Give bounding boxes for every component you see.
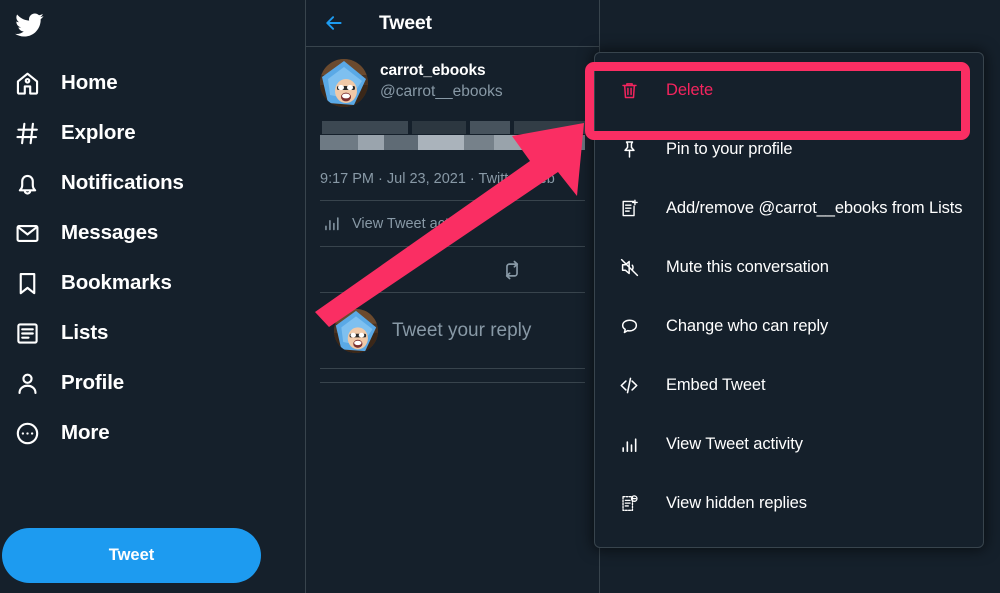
menu-item-label: Pin to your profile — [666, 140, 793, 158]
menu-item-delete[interactable]: Delete — [595, 61, 983, 120]
compose-tweet-button[interactable]: Tweet — [2, 528, 261, 583]
menu-item-embed-tweet[interactable]: Embed Tweet — [595, 356, 983, 415]
speech-bubble-icon — [618, 316, 640, 338]
sidebar-item-bookmarks[interactable]: Bookmarks — [0, 258, 297, 308]
column-header: Tweet — [306, 0, 599, 47]
menu-item-label: View hidden replies — [666, 494, 807, 512]
view-tweet-activity-link[interactable]: View Tweet activity — [320, 201, 585, 247]
sidebar-item-label: Lists — [61, 321, 109, 344]
list-add-icon — [618, 198, 640, 220]
avatar — [334, 308, 378, 353]
tweet-author-row: carrot_ebooks @carrot__ebooks — [320, 59, 585, 107]
tweet-timestamp: 9:17 PM · Jul 23, 2021 · Twitter Web — [320, 171, 585, 201]
primary-sidebar: Home Explore Notifications Messages Book… — [0, 0, 305, 593]
sidebar-item-label: Explore — [61, 121, 136, 144]
menu-item-label: Add/remove @carrot__ebooks from Lists — [666, 199, 963, 217]
reply-composer[interactable]: Tweet your reply — [320, 293, 585, 369]
author-names: carrot_ebooks @carrot__ebooks — [380, 59, 503, 102]
menu-item-mute-conversation[interactable]: Mute this conversation — [595, 238, 983, 297]
retweet-button[interactable] — [453, 259, 572, 281]
sidebar-item-more[interactable]: More — [0, 408, 297, 458]
sidebar-item-label: More — [61, 421, 110, 444]
list-icon — [12, 318, 42, 348]
avatar[interactable] — [320, 59, 368, 107]
bell-icon — [12, 168, 42, 198]
menu-item-label: Change who can reply — [666, 317, 829, 335]
sidebar-item-label: Home — [61, 71, 118, 94]
tweet-detail: carrot_ebooks @carrot__ebooks 9:17 PM · … — [306, 47, 599, 383]
sidebar-item-messages[interactable]: Messages — [0, 208, 297, 258]
tweet-action-row — [320, 247, 585, 293]
ellipsis-circle-icon — [12, 418, 42, 448]
bar-chart-icon — [618, 434, 640, 456]
mute-icon — [618, 257, 640, 279]
menu-item-label: Delete — [666, 81, 714, 99]
envelope-icon — [12, 218, 42, 248]
trash-icon — [618, 80, 640, 102]
sidebar-item-lists[interactable]: Lists — [0, 308, 297, 358]
sidebar-item-explore[interactable]: Explore — [0, 108, 297, 158]
sidebar-item-label: Profile — [61, 371, 125, 394]
menu-item-pin-to-profile[interactable]: Pin to your profile — [595, 120, 983, 179]
tweet-text-censored — [320, 121, 585, 157]
pin-icon — [618, 139, 640, 161]
back-arrow-icon[interactable] — [320, 9, 348, 37]
reply-button[interactable] — [334, 259, 453, 280]
home-icon — [12, 68, 42, 98]
sidebar-item-label: Bookmarks — [61, 271, 172, 294]
tweet-detail-column: Tweet carrot_ebooks @carrot__ebooks 9:17… — [305, 0, 600, 593]
menu-item-change-who-can-reply[interactable]: Change who can reply — [595, 297, 983, 356]
sidebar-item-home[interactable]: Home — [0, 58, 297, 108]
menu-item-label: View Tweet activity — [666, 435, 803, 453]
bar-chart-icon — [320, 213, 342, 235]
menu-item-view-tweet-activity[interactable]: View Tweet activity — [595, 415, 983, 474]
twitter-bird-icon[interactable] — [8, 4, 50, 46]
menu-item-label: Embed Tweet — [666, 376, 766, 394]
author-display-name[interactable]: carrot_ebooks — [380, 61, 503, 81]
column-bottom-divider — [320, 369, 585, 383]
menu-item-add-remove-from-lists[interactable]: Add/remove @carrot__ebooks from Lists — [595, 179, 983, 238]
code-brackets-icon — [618, 375, 640, 397]
twitter-app-window: Home Explore Notifications Messages Book… — [0, 0, 1000, 593]
view-tweet-activity-label: View Tweet activity — [352, 215, 474, 232]
person-icon — [12, 368, 42, 398]
author-handle[interactable]: @carrot__ebooks — [380, 81, 503, 102]
sidebar-item-notifications[interactable]: Notifications — [0, 158, 297, 208]
bookmark-icon — [12, 268, 42, 298]
tweet-options-dropdown: Delete Pin to your profile Add/remove @c… — [594, 52, 984, 548]
sidebar-item-profile[interactable]: Profile — [0, 358, 297, 408]
sidebar-item-label: Notifications — [61, 171, 184, 194]
menu-item-label: Mute this conversation — [666, 258, 829, 276]
hashtag-icon — [12, 118, 42, 148]
hidden-replies-icon — [618, 493, 640, 515]
page-title: Tweet — [379, 11, 432, 34]
menu-item-view-hidden-replies[interactable]: View hidden replies — [595, 474, 983, 533]
reply-input-placeholder[interactable]: Tweet your reply — [392, 320, 531, 342]
sidebar-item-label: Messages — [61, 221, 159, 244]
sidebar-nav-list: Home Explore Notifications Messages Book… — [0, 58, 297, 458]
